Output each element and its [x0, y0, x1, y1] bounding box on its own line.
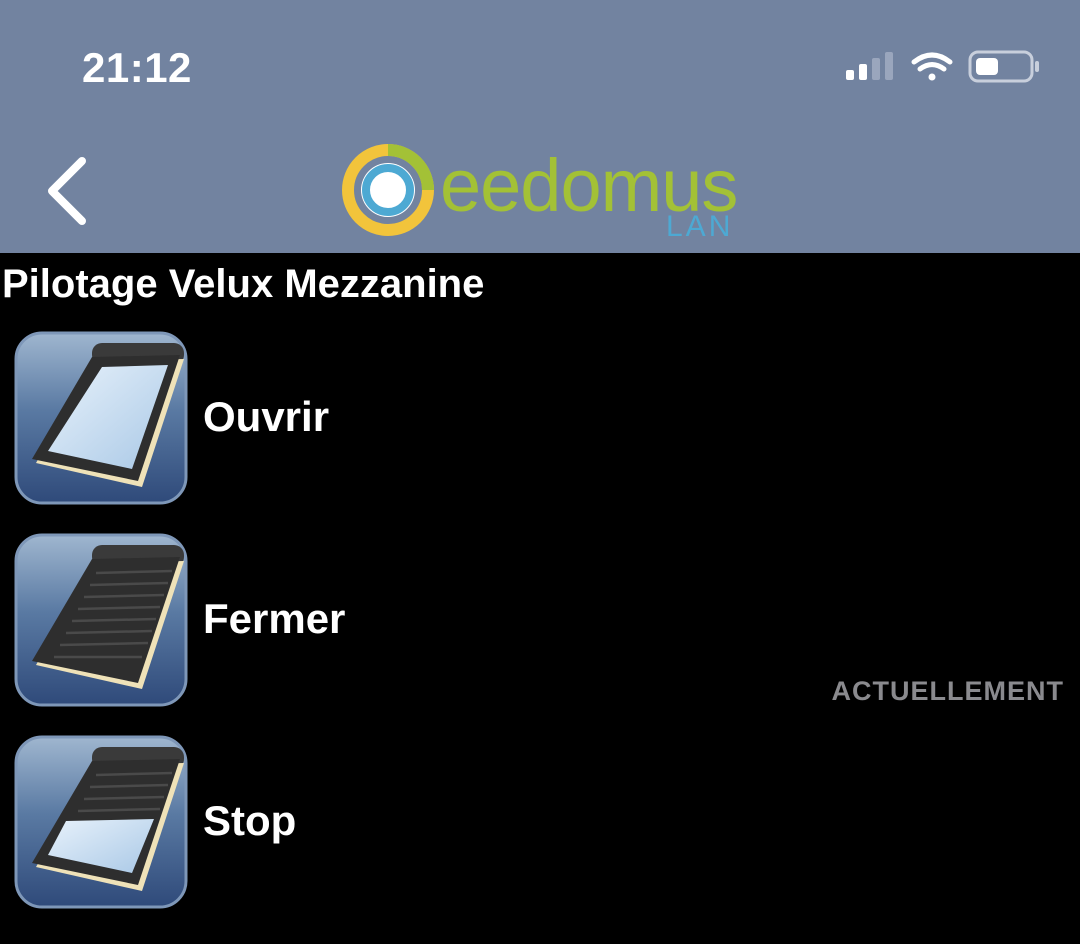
current-state-caption: ACTUELLEMENT	[831, 676, 1064, 706]
action-open-label: Ouvrir	[203, 393, 330, 440]
wifi-icon	[911, 52, 953, 81]
eedomus-logo: eedomus LAN	[340, 140, 750, 245]
back-button[interactable]	[40, 155, 96, 227]
action-close-label: Fermer	[203, 595, 346, 642]
logo-subtext: LAN	[666, 210, 734, 243]
status-icons	[846, 50, 1039, 83]
chevron-left-icon	[48, 157, 86, 225]
roof-window-closed-icon[interactable]	[14, 533, 188, 707]
logo-ring-icon	[342, 144, 434, 236]
roof-window-half-icon[interactable]	[14, 735, 188, 909]
navigation-header: 21:12 eedomus LAN	[0, 0, 1080, 253]
action-stop-label: Stop	[203, 797, 297, 844]
roof-window-open-icon[interactable]	[14, 331, 188, 505]
page-title: Pilotage Velux Mezzanine	[2, 262, 485, 306]
action-stop-row[interactable]: Stop	[0, 735, 1080, 911]
action-open-row[interactable]: Ouvrir	[0, 331, 1080, 507]
battery-icon	[968, 50, 1039, 83]
cellular-signal-icon	[846, 52, 893, 80]
status-time: 21:12	[82, 44, 192, 91]
